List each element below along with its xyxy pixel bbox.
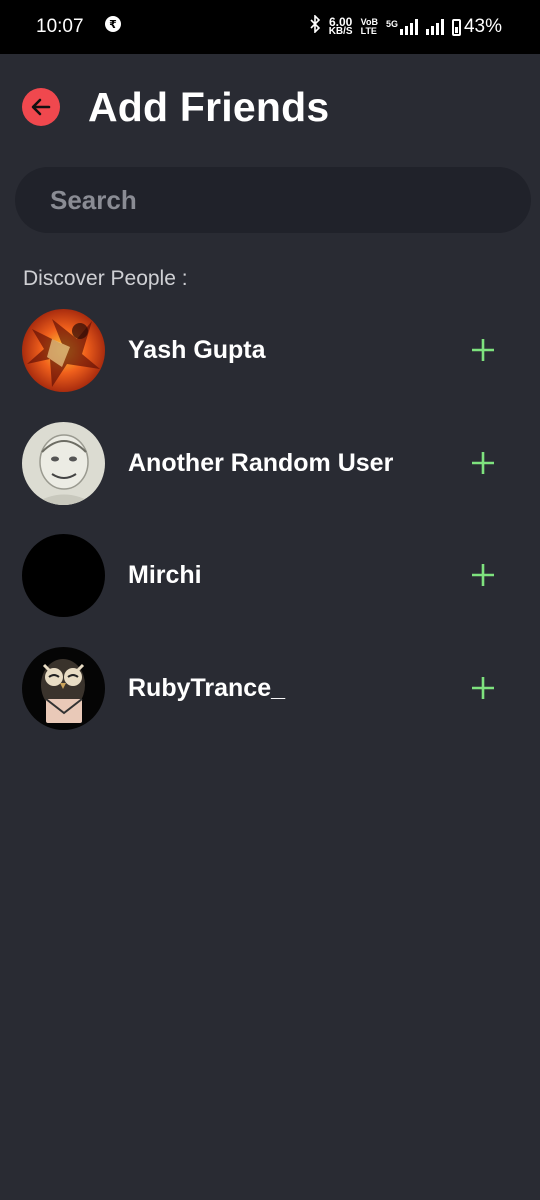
list-item[interactable]: Mirchi	[22, 534, 522, 647]
search-input[interactable]	[48, 183, 492, 217]
arrow-left-icon	[31, 98, 51, 116]
volte-indicator: VoB LTE	[360, 17, 378, 36]
add-friend-plus-icon[interactable]	[470, 562, 496, 588]
avatar[interactable]	[22, 309, 105, 392]
avatar[interactable]	[22, 421, 105, 505]
signal-icon	[425, 19, 444, 35]
user-list: Yash Gupta Another Random User Mirchi Ru…	[22, 309, 522, 759]
app-notification-icon: ₹	[104, 15, 122, 39]
add-friend-plus-icon[interactable]	[470, 450, 496, 476]
network-speed: 6.00 KB/S	[328, 15, 353, 37]
svg-text:₹: ₹	[109, 18, 117, 31]
back-button[interactable]	[22, 88, 60, 126]
battery-icon	[451, 18, 461, 36]
add-friend-plus-icon[interactable]	[470, 675, 496, 701]
user-name: Mirchi	[128, 561, 202, 589]
signal-5g-icon: 5G	[386, 19, 418, 35]
bluetooth-icon	[309, 14, 321, 39]
user-name: Another Random User	[128, 448, 394, 477]
header: Add Friends	[22, 84, 329, 130]
list-item[interactable]: Another Random User	[22, 421, 522, 535]
search-bar[interactable]	[15, 167, 531, 233]
user-name: RubyTrance_	[128, 673, 286, 702]
list-item[interactable]: RubyTrance_	[22, 646, 522, 760]
list-item[interactable]: Yash Gupta	[22, 309, 522, 422]
discover-people-label: Discover People :	[23, 267, 188, 290]
status-time: 10:07	[36, 16, 84, 37]
add-friend-plus-icon[interactable]	[470, 337, 496, 363]
battery-indicator: 43%	[451, 16, 502, 38]
user-name: Yash Gupta	[128, 336, 266, 364]
status-bar: 10:07 ₹ 6.00 KB/S VoB LTE 5G 43%	[0, 0, 540, 54]
avatar[interactable]	[22, 534, 105, 617]
avatar[interactable]	[22, 646, 105, 730]
page-title: Add Friends	[88, 83, 330, 130]
